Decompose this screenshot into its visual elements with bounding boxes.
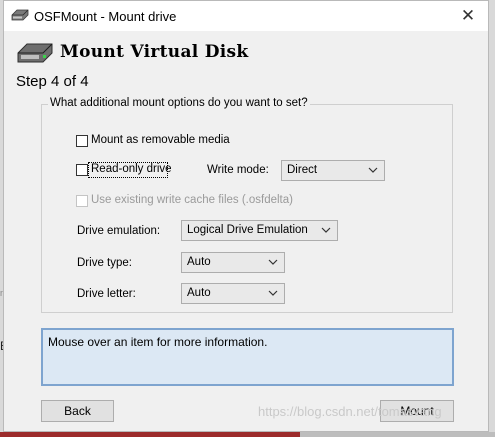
removable-media-checkbox[interactable]: [76, 135, 88, 147]
drive-type-label: Drive type:: [77, 257, 132, 269]
drive-type-dropdown[interactable]: Auto: [181, 252, 285, 273]
back-button[interactable]: Back: [41, 400, 114, 422]
window-title: OSFMount - Mount drive: [34, 9, 177, 24]
removable-media-label[interactable]: Mount as removable media: [91, 134, 230, 146]
write-mode-value: Direct: [287, 164, 318, 176]
write-cache-checkbox: [76, 195, 88, 207]
info-panel: Mouse over an item for more information.: [41, 328, 454, 386]
step-indicator: Step 4 of 4: [16, 73, 89, 90]
watermark: https://blog.csdn.net/tomasvang: [258, 404, 442, 419]
read-only-checkbox[interactable]: [76, 164, 88, 176]
drive-emulation-dropdown[interactable]: Logical Drive Emulation: [181, 220, 338, 241]
background-strip: [0, 432, 300, 437]
write-mode-dropdown[interactable]: Direct: [281, 160, 385, 181]
chevron-down-icon: [368, 161, 378, 187]
drive-letter-label: Drive letter:: [77, 288, 136, 300]
close-button[interactable]: ✕: [450, 1, 486, 31]
drive-emulation-value: Logical Drive Emulation: [187, 224, 308, 236]
disk-drive-icon: [16, 41, 54, 68]
info-text: Mouse over an item for more information.: [48, 335, 268, 349]
chevron-down-icon: [321, 221, 331, 247]
options-group-label: What additional mount options do you wan…: [48, 97, 310, 109]
drive-emulation-label: Drive emulation:: [77, 225, 161, 237]
disk-drive-icon: [11, 9, 29, 24]
chevron-down-icon: [268, 284, 278, 310]
read-only-label[interactable]: Read-only drive: [91, 163, 172, 175]
title-bar: OSFMount - Mount drive ✕: [4, 1, 488, 31]
write-mode-label: Write mode:: [207, 164, 269, 176]
page-title: Mount Virtual Disk: [60, 42, 249, 62]
mount-drive-dialog: OSFMount - Mount drive ✕ Mount Virtual D…: [3, 0, 489, 432]
chevron-down-icon: [268, 253, 278, 279]
drive-letter-dropdown[interactable]: Auto: [181, 283, 285, 304]
drive-type-value: Auto: [187, 256, 211, 268]
write-cache-label: Use existing write cache files (.osfdelt…: [91, 194, 293, 206]
drive-letter-value: Auto: [187, 287, 211, 299]
